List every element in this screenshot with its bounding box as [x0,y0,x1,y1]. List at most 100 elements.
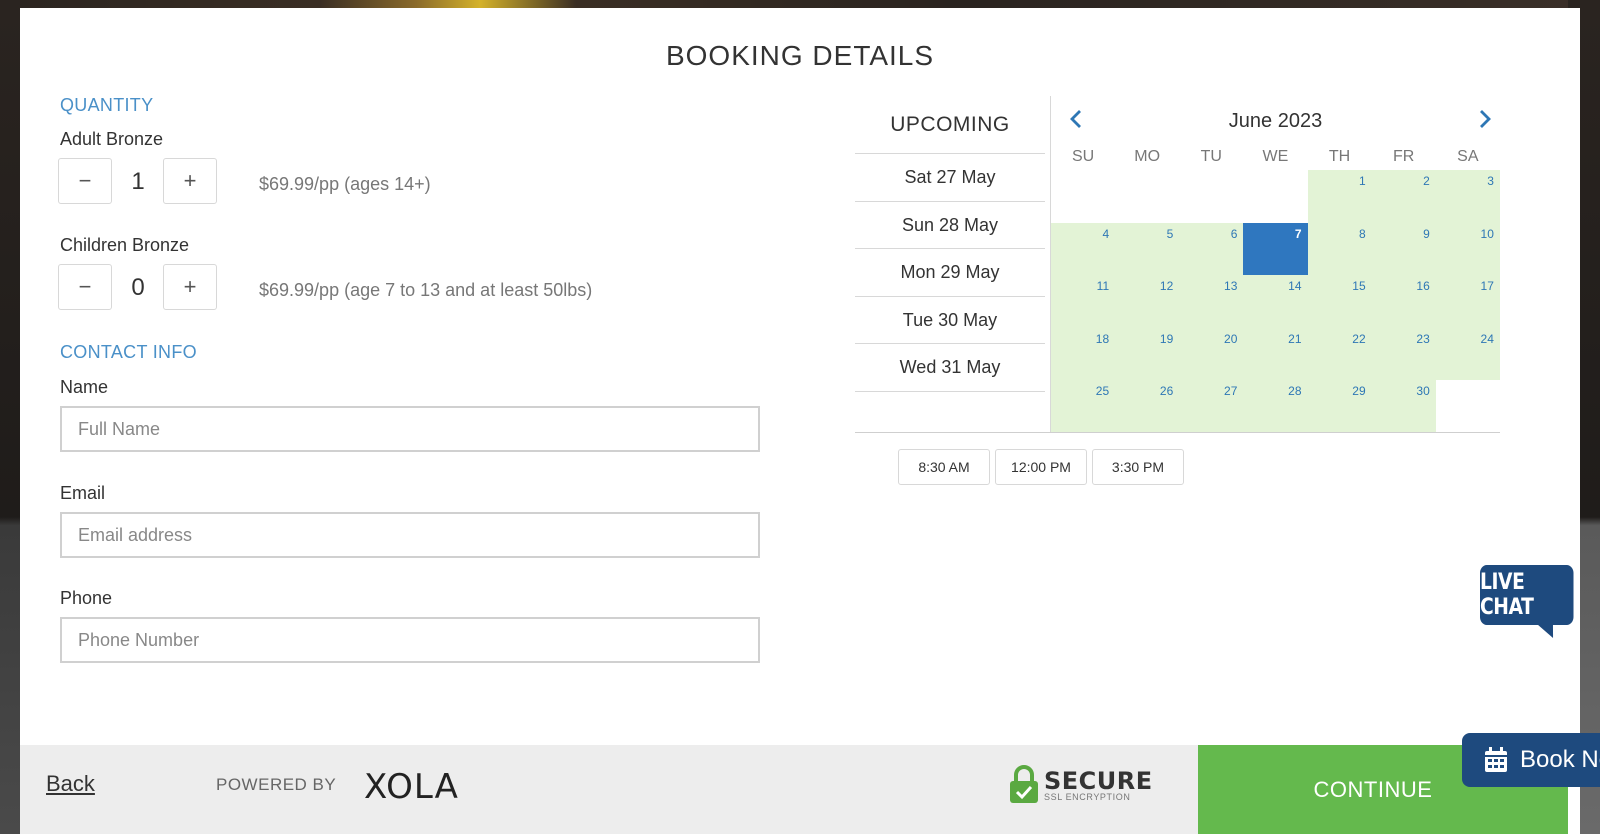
xola-logo: XOLA [364,767,459,807]
calendar-day[interactable]: 13 [1179,275,1244,328]
calendar-day[interactable]: 8 [1307,222,1372,275]
background-left [0,0,20,834]
upcoming-date-item[interactable]: Sat 27 May [855,154,1045,202]
next-month-button[interactable] [1470,104,1500,134]
calendar-day[interactable]: 4 [1051,222,1116,275]
book-now-button[interactable]: Book Now [1462,733,1600,787]
time-slot-button[interactable]: 12:00 PM [995,449,1087,485]
quantity-section-label: QUANTITY [60,95,154,115]
time-slot-button[interactable]: 8:30 AM [898,449,990,485]
calendar-day-number: 9 [1423,226,1430,241]
weekday-label: MO [1134,148,1161,165]
upcoming-date-item[interactable]: Mon 29 May [855,249,1045,297]
calendar-day-number: 10 [1480,226,1494,241]
powered-by-label: POWERED BY [216,775,337,794]
children-quantity-value[interactable]: 0 [113,274,163,302]
calendar-empty-cell [1179,170,1243,223]
calendar-day[interactable]: 21 [1243,327,1308,380]
calendar-day[interactable]: 20 [1179,327,1244,380]
weekday-label: SU [1071,148,1095,165]
calendar-day-number: 12 [1159,279,1174,293]
calendar-day[interactable]: 10 [1435,222,1500,275]
calendar-day-number: 24 [1480,331,1494,346]
weekday-label: FR [1393,148,1415,165]
footer-bar: Back POWERED BY XOLA SECURE SSL ENCRYPTI… [20,745,1198,834]
calendar-day[interactable]: 5 [1115,222,1180,275]
weekday-label: SA [1457,148,1479,165]
calendar-day[interactable]: 29 [1307,380,1372,433]
calendar-day-number: 2 [1423,174,1430,188]
upcoming-dates-list: UPCOMING Sat 27 May Sun 28 May Mon 29 Ma… [855,96,1045,392]
adult-decrement-button[interactable]: − [58,158,112,204]
calendar-day-number: 25 [1095,384,1110,398]
calendar-day-number: 1 [1358,174,1366,188]
calendar-day[interactable]: 22 [1307,327,1372,380]
calendar-day-number: 11 [1096,279,1110,293]
calendar-day[interactable]: 3 [1435,170,1500,223]
calendar-day[interactable]: 11 [1051,275,1116,328]
calendar-day-number: 5 [1166,226,1174,241]
calendar-day-number: 18 [1095,331,1110,346]
calendar-day-number: 28 [1288,384,1302,398]
calendar-day-number: 29 [1352,384,1366,398]
calendar-day[interactable]: 23 [1371,327,1436,380]
calendar-bottom-divider [855,432,1500,433]
calendar-day[interactable]: 28 [1243,380,1308,433]
name-input[interactable] [60,406,760,452]
calendar-day[interactable]: 6 [1179,222,1244,275]
calendar-day-number: 17 [1480,279,1494,293]
calendar-day[interactable]: 30 [1371,380,1436,433]
calendar-day[interactable]: 19 [1115,327,1180,380]
page-title: BOOKING DETAILS [665,40,935,71]
live-chat-button[interactable]: LIVE CHAT [1480,565,1574,625]
calendar-day-number: 6 [1230,226,1238,241]
upcoming-date-item[interactable]: Tue 30 May [855,297,1045,344]
calendar-empty-cell [1436,380,1500,433]
calendar: June 2023 SU MO TU WE TH FR SA 1 2 3 4 5 6 7 8 9 10 11 12… [1051,96,1500,433]
calendar-day[interactable]: 25 [1051,380,1116,433]
children-bronze-label: Children Bronze [60,235,190,255]
calendar-day[interactable]: 27 [1179,380,1244,433]
adult-quantity-value[interactable]: 1 [113,168,163,196]
calendar-icon [1484,747,1508,773]
calendar-empty-cell [1051,170,1115,223]
upcoming-date-item[interactable]: Sun 28 May [855,202,1045,249]
calendar-day[interactable]: 1 [1307,170,1372,223]
phone-input[interactable] [60,617,760,663]
booking-modal: BOOKING DETAILS QUANTITY Adult Bronze − … [20,8,1580,834]
back-link[interactable]: Back [46,771,95,797]
children-increment-button[interactable]: + [163,264,217,310]
email-input[interactable] [60,512,760,558]
calendar-day-number: 14 [1288,279,1302,293]
adult-increment-button[interactable]: + [163,158,217,204]
contact-info-section-label: CONTACT INFO [60,342,197,362]
calendar-day[interactable]: 17 [1435,275,1500,328]
children-decrement-button[interactable]: − [58,264,112,310]
calendar-day[interactable]: 14 [1243,275,1308,328]
calendar-day-number: 13 [1224,279,1238,293]
adult-price-note: $69.99/pp (ages 14+) [259,174,431,194]
calendar-day[interactable]: 18 [1051,327,1116,380]
name-label: Name [60,377,109,397]
calendar-month-label: June 2023 [1228,110,1323,132]
calendar-day-number: 21 [1288,331,1302,346]
secure-badge: SECURE SSL ENCRYPTION [1008,765,1153,805]
calendar-day-number: 3 [1487,174,1494,188]
time-slot-button[interactable]: 3:30 PM [1092,449,1184,485]
calendar-day[interactable]: 16 [1371,275,1436,328]
calendar-day[interactable]: 12 [1115,275,1180,328]
calendar-day[interactable]: 15 [1307,275,1372,328]
calendar-day-number: 27 [1224,384,1238,398]
calendar-day[interactable]: 24 [1435,327,1500,380]
calendar-empty-cell [1115,170,1179,223]
background-top [0,0,1600,8]
calendar-day[interactable]: 9 [1371,222,1436,275]
calendar-day[interactable]: 2 [1371,170,1436,223]
calendar-day[interactable]: 26 [1115,380,1180,433]
calendar-day-selected[interactable]: 7 [1243,222,1308,275]
calendar-day-grid: 1 2 3 4 5 6 7 8 9 10 11 12 13 14 15 16 17 18 19 20 21 22 23 24 2… [1051,170,1500,433]
secure-label: SECURE [1044,766,1153,795]
upcoming-date-item[interactable]: Wed 31 May [855,344,1045,392]
calendar-day-number: 15 [1352,279,1366,293]
chevron-right-icon [1480,110,1491,128]
